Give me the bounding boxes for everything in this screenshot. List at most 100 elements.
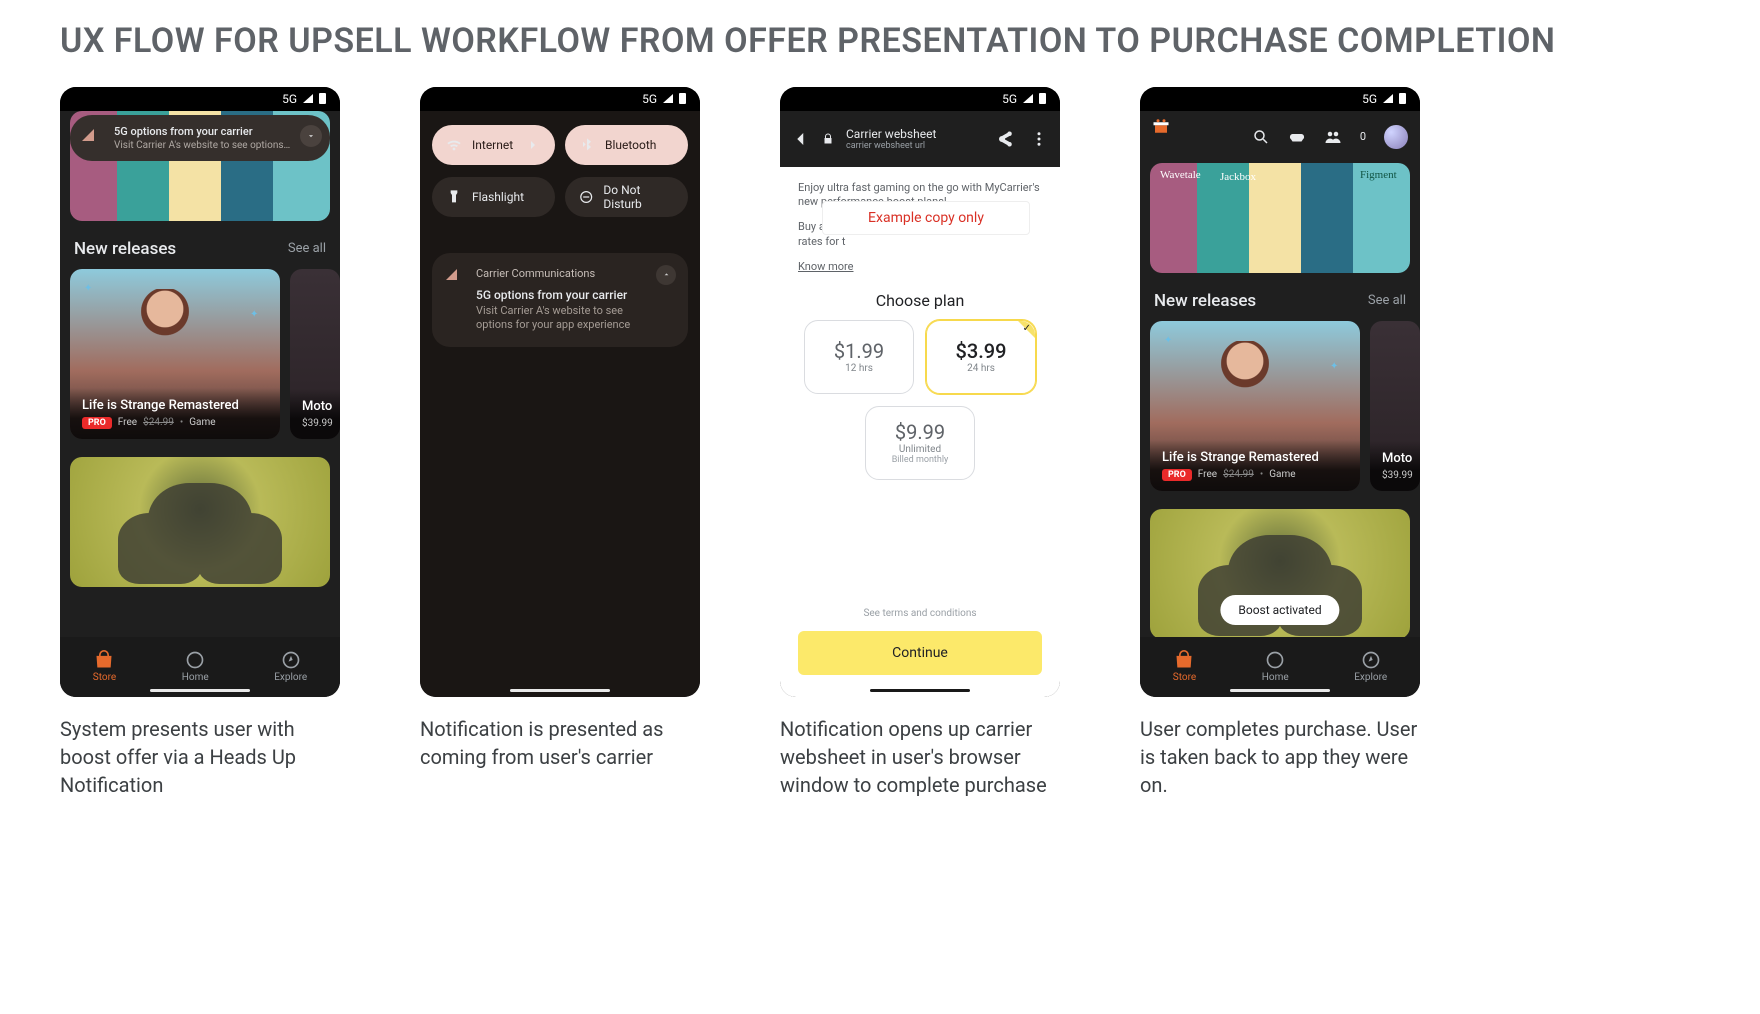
qs-dnd-tile[interactable]: Do Not Disturb (565, 177, 688, 217)
game-card-1[interactable]: Life is Strange Remastered PRO Free $24.… (70, 269, 280, 439)
card-title-2: Moto (1382, 451, 1408, 466)
controller-icon[interactable] (1288, 128, 1306, 146)
qs-flashlight-tile[interactable]: Flashlight (432, 177, 555, 217)
nav-explore[interactable]: Explore (274, 650, 307, 683)
featured-card[interactable] (70, 457, 330, 587)
screen-2-caption: Notification is presented as coming from… (420, 715, 700, 771)
nav-store-label: Store (1173, 672, 1196, 683)
home-icon (185, 650, 205, 670)
home-icon (1265, 650, 1285, 670)
plan-duration: 24 hrs (967, 363, 995, 374)
gift-icon[interactable] (1152, 117, 1170, 135)
dnd-icon (579, 189, 593, 205)
price-strike: $24.99 (1223, 469, 1254, 480)
game-card-1[interactable]: Life is Strange Remastered PRO Free $24.… (1150, 321, 1360, 491)
card-category: Game (189, 417, 215, 428)
flow-row: 5G Wavetale Jackbox Figment New releases… (60, 87, 1700, 799)
qs-dnd-label: Do Not Disturb (603, 183, 674, 211)
back-icon[interactable] (792, 130, 810, 148)
screen-4-caption: User completes purchase. User is taken b… (1140, 715, 1420, 799)
avatar[interactable] (1384, 125, 1408, 149)
signal-icon (1023, 94, 1033, 103)
hero-carousel[interactable]: Wavetale Jackbox Figment (1150, 163, 1410, 273)
screen-3-col: 5G Carrier websheet carrier websheet url (780, 87, 1060, 799)
hun-title: 5G options from your carrier (114, 125, 292, 138)
continue-button[interactable]: Continue (798, 631, 1042, 675)
carrier-notification[interactable]: Carrier Communications 5G options from y… (432, 253, 688, 348)
qs-internet-tile[interactable]: Internet (432, 125, 555, 165)
chevron-up-icon (662, 270, 671, 279)
plan-option-1[interactable]: $1.99 12 hrs (804, 320, 914, 394)
pro-badge: PRO (1162, 469, 1192, 481)
store-screen: Wavetale Jackbox Figment New releases Se… (60, 111, 340, 697)
websheet-topbar: Carrier websheet carrier websheet url (780, 111, 1060, 167)
card-category: Game (1269, 469, 1295, 480)
notification-collapse-button[interactable] (656, 265, 676, 285)
signal-icon (303, 94, 313, 103)
quick-settings-screen: Internet Bluetooth Flashlight (420, 111, 700, 697)
bluetooth-icon (579, 137, 595, 153)
see-all-link[interactable]: See all (288, 241, 326, 256)
share-icon[interactable] (996, 130, 1014, 148)
plan-option-2-selected[interactable]: ✓ $3.99 24 hrs (926, 320, 1036, 394)
plan-grid: $1.99 12 hrs ✓ $3.99 24 hrs $9.99 Unlimi… (780, 320, 1060, 480)
section-title: New releases (74, 239, 176, 259)
plan-duration: 12 hrs (845, 363, 873, 374)
screen-3-device: 5G Carrier websheet carrier websheet url (780, 87, 1060, 697)
hero-tile-3: Figment (1360, 169, 1397, 181)
battery-icon (679, 93, 686, 104)
qs-bluetooth-label: Bluetooth (605, 138, 656, 152)
nav-home-label: Home (182, 672, 209, 683)
card-title-2: Moto (302, 399, 328, 414)
nav-store[interactable]: Store (1173, 650, 1196, 683)
plan-duration: Unlimited (899, 444, 941, 455)
plan-price: $3.99 (955, 339, 1006, 363)
see-all-link[interactable]: See all (1368, 293, 1406, 308)
heads-up-notification[interactable]: 5G options from your carrier Visit Carri… (70, 115, 330, 161)
websheet-body: Enjoy ultra fast gaming on the go with M… (780, 167, 1060, 273)
store-topbar: 0 (1140, 111, 1420, 163)
gesture-bar (870, 689, 970, 692)
screen-1-caption: System presents user with boost offer vi… (60, 715, 340, 799)
hun-subtitle: Visit Carrier A's website to see options… (114, 140, 292, 151)
know-more-link[interactable]: Know more (798, 260, 854, 273)
more-icon[interactable] (1030, 130, 1048, 148)
status-network-label: 5G (642, 92, 657, 106)
flashlight-icon (446, 189, 462, 205)
websheet-url: carrier websheet url (846, 141, 984, 151)
status-bar: 5G (60, 87, 340, 111)
price-strike: $24.99 (143, 417, 174, 428)
hun-expand-button[interactable] (300, 125, 322, 147)
nav-home[interactable]: Home (1262, 650, 1289, 683)
battery-icon (319, 93, 326, 104)
game-card-2[interactable]: Moto $39.99 (290, 269, 340, 439)
qs-bluetooth-tile[interactable]: Bluetooth (565, 125, 688, 165)
featured-card[interactable]: Boost activated (1150, 509, 1410, 639)
gesture-bar (150, 689, 250, 692)
price-free: Free (1198, 469, 1217, 480)
compass-icon (1361, 650, 1381, 670)
search-icon[interactable] (1252, 128, 1270, 146)
card-row[interactable]: Life is Strange Remastered PRO Free $24.… (60, 269, 340, 439)
status-bar: 5G (420, 87, 700, 111)
boost-activated-snackbar: Boost activated (1220, 595, 1339, 625)
qs-flashlight-label: Flashlight (472, 190, 524, 204)
card-row[interactable]: Life is Strange Remastered PRO Free $24.… (1140, 321, 1420, 491)
plan-option-3[interactable]: $9.99 Unlimited Billed monthly (865, 406, 975, 480)
notification-body: Visit Carrier A's website to see options… (476, 304, 648, 334)
status-network-label: 5G (1362, 92, 1377, 106)
gesture-bar (1230, 689, 1330, 692)
screen-2-device: 5G Internet Bluetooth (420, 87, 700, 697)
section-title: New releases (1154, 291, 1256, 311)
card2-price: $39.99 (1382, 470, 1413, 481)
terms-link[interactable]: See terms and conditions (780, 608, 1060, 619)
game-card-2[interactable]: Moto $39.99 (1370, 321, 1420, 491)
screen-1-device: 5G Wavetale Jackbox Figment New releases… (60, 87, 340, 697)
friends-icon[interactable] (1324, 128, 1342, 146)
gesture-bar (510, 689, 610, 692)
hero-tile-2: Jackbox (1220, 171, 1256, 183)
nav-explore[interactable]: Explore (1354, 650, 1387, 683)
carrier-triangle-icon (446, 269, 457, 280)
nav-home[interactable]: Home (182, 650, 209, 683)
nav-store[interactable]: Store (93, 650, 116, 683)
